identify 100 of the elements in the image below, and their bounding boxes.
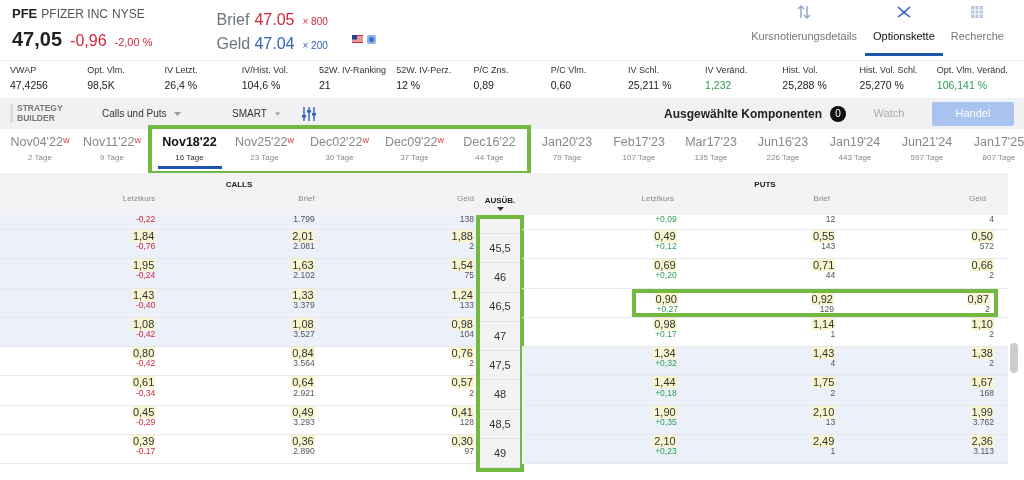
price-value: 0,69 [653,259,677,272]
change-value: +0,20 [655,271,677,281]
stat-label: 52W. IV-Ranking [318,64,387,77]
expiry-tab[interactable]: Jan19'24 443 Tage [819,129,891,169]
expiry-tab[interactable]: Dec09'22$^{W}$ 37 Tage [377,129,452,171]
exchange-icon [366,35,376,44]
stat-label: P/C Zns. [473,64,510,77]
expiry-tab[interactable]: Nov11'22$^{W}$ 9 Tage [76,129,148,169]
price-value: 1,43 [811,347,836,360]
expiry-tab[interactable]: Jan17'25 807 Tage [963,129,1024,169]
price-value: 2,01 [291,230,315,242]
table-row[interactable]: 0,80 -0,42 0,84 3.564 0,76 2 [0,347,478,377]
table-row[interactable]: 0,61 -0,34 0,64 2.921 0,57 2 [0,376,478,406]
price-value: 0,57 [450,376,474,389]
expiry-tab[interactable]: Nov04'22$^{W}$ 2 Tage [4,129,76,169]
dropdown[interactable]: SMART [226,105,286,122]
price-value: 1,84 [131,230,156,242]
strategy-builder-label: STRATEGY BUILDER [10,104,80,123]
stat-value: 25,211 % [627,77,673,93]
size-value: 3.527 [292,330,315,340]
table-row[interactable]: 0,69 +0,20 0,71 44 0,66 2 [522,259,1008,289]
change-value: -0.17 [135,447,156,457]
stat-label: VWAP [10,64,38,77]
sort-caret-icon[interactable] [496,207,504,211]
flag-icon [351,35,363,43]
price-value: 0,80 [131,347,156,360]
strike-value: 49 [493,445,507,461]
price-value: 1,34 [653,347,677,360]
last-price: 47,05 [12,26,63,52]
size-value: 1 [830,330,836,340]
size-value: 138 [458,215,474,225]
price-value: 0,92 [810,292,834,305]
stat-label: IV Veränd. [705,64,749,77]
strike-value: 45,5 [489,240,511,256]
expiry-tab[interactable]: Nov25'22$^{W}$ 23 Tage [227,129,302,171]
expiry-tab[interactable]: Dec16'22 44 Tage [452,129,527,171]
size-value: 129 [819,304,834,315]
stat-value: 12 % [396,77,422,93]
expiry-tab[interactable]: Nov18'22 16 Tage [152,129,227,171]
price-value: 0,90 [654,292,678,305]
exchange-label: NYSE [111,6,145,23]
stat-value: 104,6 % [241,77,282,93]
price-value: 0,55 [811,230,836,242]
table-row[interactable]: 2,10 +0,23 2,49 1 2,36 3.113 [522,435,1008,465]
tab[interactable]: Kursnotierungsdetails [743,0,866,56]
price-value: 1,88 [450,230,474,242]
price-value: 2,36 [970,435,994,448]
table-row[interactable]: 1,44 +0,18 1,75 2 1,67 168 [522,376,1008,406]
expiry-tab[interactable]: Jun16'23 226 Tage [747,129,819,169]
size-value: 168 [979,388,994,398]
table-row[interactable]: 1,43 -0,40 1,33 3.379 1,24 133 [0,288,478,318]
change-value: +0,23 [655,447,677,457]
price-value: 0,84 [291,347,315,360]
size-value: 133 [459,300,474,311]
quote-label: Geld [216,34,247,54]
size-value: 3.379 [292,300,315,311]
table-row[interactable]: 1,08 -0,42 1,08 3.527 0,98 104 [0,317,478,348]
change-value: -0,29 [135,417,156,428]
size-value: 104 [459,330,474,340]
stat-label: Hist. Vol. Schl. [859,64,919,77]
table-row[interactable]: 1,34 +0,32 1,43 4 1,38 2 [522,347,1008,377]
size-value: 75 [464,271,474,281]
size-value: 4 [988,215,994,225]
tab[interactable]: Optionskette [865,0,943,56]
table-row[interactable]: 0,90 +0,27 0,92 129 0,87 2 [522,288,1008,318]
price-value: 0,50 [970,230,994,242]
price-value: 0,76 [450,347,474,360]
tab[interactable]: Recherche [942,0,1012,56]
table-row[interactable]: 0,39 -0.17 0,36 2.890 0,30 97 [0,435,478,465]
table-row[interactable]: 0,49 +0,12 0,55 143 0,50 572 [522,230,1008,260]
size-value: 2 [985,304,990,315]
size-value: 13 [825,417,836,428]
table-row[interactable]: 1,90 +0,35 2,10 13 1,99 3.762 [522,405,1008,436]
table-row[interactable]: 0,45 -0,29 0,49 3.293 0,41 128 [0,405,478,436]
stat-label: P/C Vlm. [550,64,588,77]
expiry-tab[interactable]: Mar17'23 135 Tage [675,129,747,169]
price-value: 2,10 [653,435,677,448]
table-row[interactable]: -0,22 1.799 138 [0,215,478,230]
size-value: 572 [979,242,994,252]
expiry-tab[interactable]: Jan20'23 79 Tage [531,129,603,169]
scrollbar-thumb[interactable] [1010,343,1018,373]
dropdown[interactable]: Calls und Puts [96,105,210,122]
size-value: 2.921 [293,388,315,398]
expiry-tab[interactable]: Jun21'24 597 Tage [891,129,963,169]
expiry-tab[interactable]: Dec02'22$^{W}$ 30 Tage [302,129,377,171]
component-count: 0 [830,105,846,122]
size-value: 2.890 [293,447,315,457]
size-value: 44 [825,271,836,281]
sliders-icon[interactable] [302,105,316,122]
quote-price: 47.04 [254,34,295,54]
change-value: -0,42 [135,359,156,369]
change-value: +0,09 [654,215,677,225]
cross-chart-icon [895,4,912,20]
change-value: +0.17 [655,330,677,340]
table-row[interactable]: 1,95 -0,24 1,63 2.102 1,54 75 [0,259,478,289]
sort-arrows-icon [796,4,813,20]
table-row[interactable]: 1,84 -0,76 2,01 2.081 1,88 2 [0,230,478,260]
size-value: 4 [830,359,836,369]
change-value: -0,24 [135,271,156,281]
expiry-tab[interactable]: Feb17'23 107 Tage [603,129,675,169]
